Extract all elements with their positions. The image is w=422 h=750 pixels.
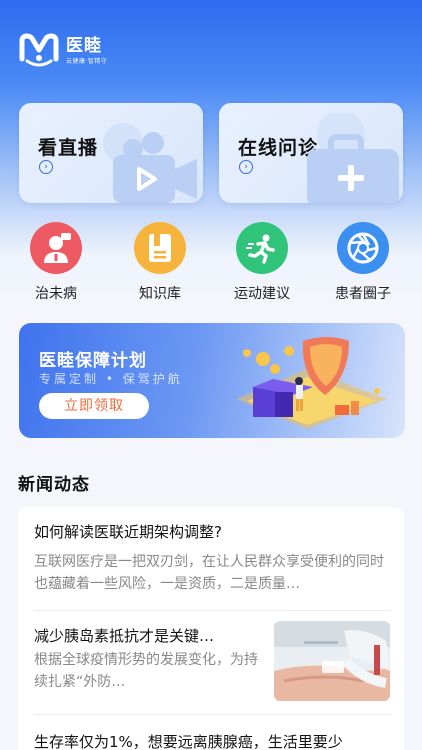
- news-thumbnail: [274, 621, 390, 701]
- banner-title: 医睦保障计划: [39, 351, 147, 371]
- news-section-title: 新闻动态: [18, 475, 90, 495]
- shield-illustration: [237, 337, 387, 429]
- medical-kit-icon: [307, 113, 399, 203]
- claim-now-button[interactable]: 立即领取: [39, 393, 149, 419]
- protection-plan-banner[interactable]: 医睦保障计划 专属定制 • 保驾护航 立即领取: [19, 323, 405, 438]
- aperture-icon: [337, 222, 389, 274]
- news-title: 减少胰岛素抵抗才是关键…: [34, 627, 215, 645]
- running-icon: [236, 222, 288, 274]
- news-title: 如何解读医联近期架构调整?: [34, 523, 222, 541]
- video-camera-icon: [103, 123, 197, 203]
- quick-label: 患者圈子: [335, 286, 391, 302]
- news-title: 生存率仅为1%，想要远离胰腺癌，生活里要少: [34, 733, 343, 750]
- banner-subtitle: 专属定制 • 保驾护航: [39, 372, 183, 386]
- live-card[interactable]: 看直播 ›: [19, 103, 203, 203]
- quick-label: 知识库: [139, 286, 181, 302]
- arrow-right-icon: ›: [239, 160, 253, 174]
- quick-item-circle[interactable]: 患者圈子: [323, 222, 403, 303]
- quick-item-prevention[interactable]: 治未病: [16, 222, 96, 303]
- app-header: 医睦 云健康·智精守: [18, 30, 107, 70]
- doctor-icon: [30, 222, 82, 274]
- quick-item-knowledge[interactable]: 知识库: [120, 222, 200, 303]
- brand: 医睦 云健康·智精守: [66, 36, 107, 65]
- news-list: 如何解读医联近期架构调整? 互联网医疗是一把双刃剑，在让人民群众享受便利的同时也…: [18, 507, 404, 750]
- quick-label: 运动建议: [234, 286, 290, 302]
- news-item[interactable]: 减少胰岛素抵抗才是关键… 根据全球疫情形势的发展变化，为持续扎紧“外防…: [34, 611, 390, 715]
- news-summary: 互联网医疗是一把双刃剑，在让人民群众享受便利的同时也蕴藏着一些风险，一是资质，二…: [34, 554, 384, 592]
- quick-actions: 治未病 知识库 运动建议 患者圈子: [0, 222, 422, 302]
- brand-slogan: 云健康·智精守: [66, 57, 108, 65]
- book-icon: [134, 222, 186, 274]
- news-item[interactable]: 生存率仅为1%，想要远离胰腺癌，生活里要少: [34, 715, 390, 750]
- quick-item-exercise[interactable]: 运动建议: [222, 222, 302, 303]
- brand-name: 医睦: [66, 35, 102, 56]
- news-summary: 根据全球疫情形势的发展变化，为持续扎紧“外防…: [34, 652, 258, 690]
- news-item[interactable]: 如何解读医联近期架构调整? 互联网医疗是一把双刃剑，在让人民群众享受便利的同时也…: [34, 521, 390, 611]
- logo-icon: [18, 31, 60, 69]
- live-card-title: 看直播: [38, 137, 99, 159]
- arrow-right-icon: ›: [39, 160, 53, 174]
- consult-card[interactable]: 在线问诊 ›: [219, 103, 403, 203]
- quick-label: 治未病: [35, 286, 77, 302]
